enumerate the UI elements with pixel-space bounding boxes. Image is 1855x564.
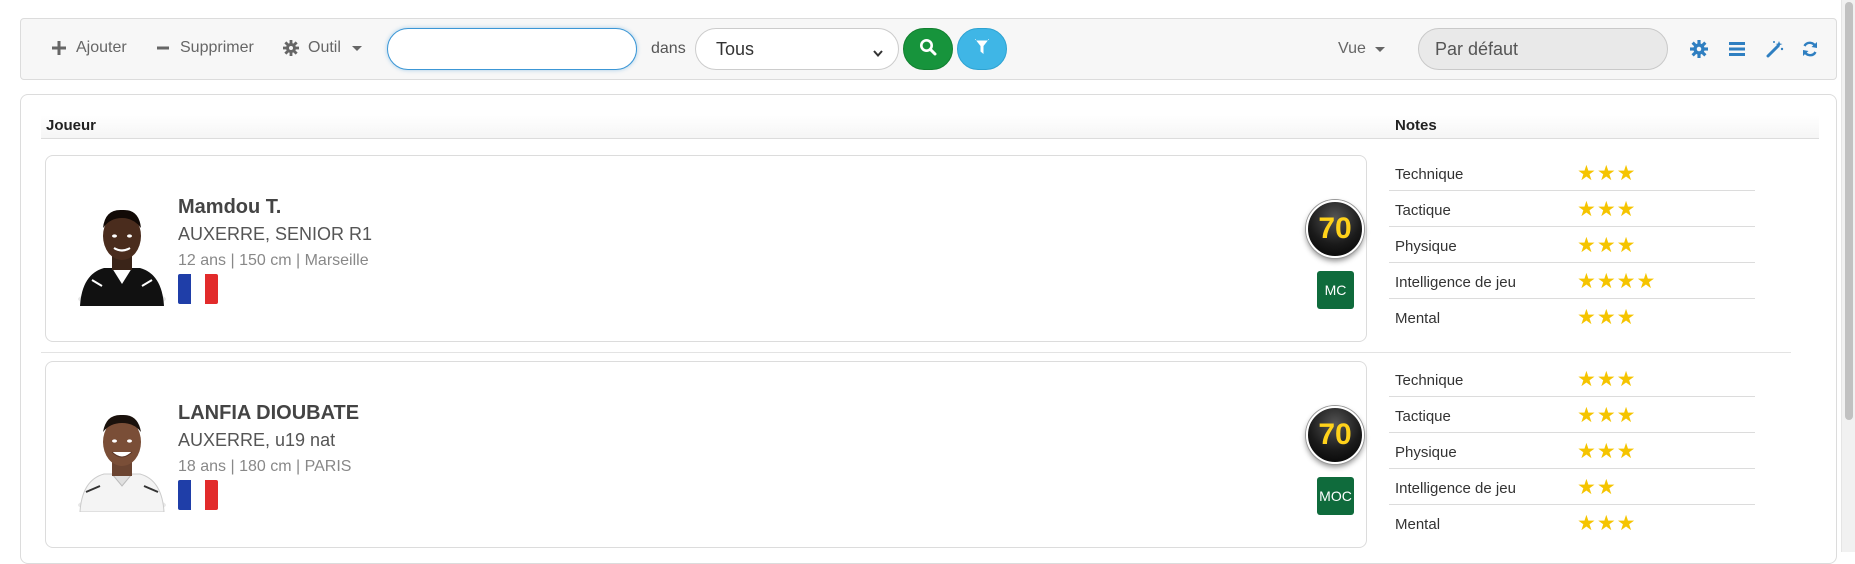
star-rating: ★★ <box>1577 476 1617 499</box>
star-rating: ★★★ <box>1577 440 1637 463</box>
note-label: Mental <box>1395 310 1441 327</box>
player-info: 12 ans | 150 cm | Marseille <box>178 252 369 269</box>
delete-button[interactable]: Supprimer <box>155 39 254 57</box>
player-notes: Technique ★★★ Tactique ★★★ Physique ★★★ … <box>1389 155 1755 335</box>
player-club: AUXERRE, u19 nat <box>178 430 336 450</box>
position-badge: MOC <box>1317 477 1354 515</box>
note-row: Technique ★★★ <box>1389 155 1755 191</box>
toolbar: Ajouter Supprimer Outil dans Tous Vue Pa… <box>20 18 1837 80</box>
player-name[interactable]: LANFIA DIOUBATE <box>178 402 359 425</box>
note-label: Physique <box>1395 238 1457 255</box>
player-club: AUXERRE, SENIOR R1 <box>178 224 373 244</box>
player-card[interactable]: LANFIA DIOUBATE AUXERRE, u19 nat 18 ans … <box>45 361 1367 548</box>
view-preset-select[interactable]: Par défaut <box>1418 28 1668 70</box>
player-avatar <box>72 196 172 307</box>
note-row: Technique ★★★ <box>1389 361 1755 397</box>
note-row: Physique ★★★ <box>1389 227 1755 263</box>
star-rating: ★★★ <box>1577 368 1637 391</box>
note-row: Mental ★★★ <box>1389 505 1755 541</box>
page-scrollbar[interactable] <box>1841 0 1855 552</box>
note-row: Tactique ★★★ <box>1389 191 1755 227</box>
list-icon[interactable] <box>1726 38 1748 60</box>
refresh-icon[interactable] <box>1799 38 1821 60</box>
search-icon <box>919 38 937 61</box>
search-scope-label: dans <box>651 40 686 57</box>
players-panel: Joueur Notes Mamdou T. AUXERRE, SENIOR R… <box>20 94 1837 564</box>
star-rating: ★★★ <box>1577 306 1637 329</box>
flag-france-icon <box>178 274 218 304</box>
note-label: Technique <box>1395 166 1464 183</box>
scrollbar-thumb[interactable] <box>1845 2 1853 420</box>
player-card[interactable]: Mamdou T. AUXERRE, SENIOR R1 12 ans | 15… <box>45 155 1367 342</box>
magic-wand-icon[interactable] <box>1764 38 1786 60</box>
player-info: 18 ans | 180 cm | PARIS <box>178 458 352 475</box>
star-rating: ★★★ <box>1577 404 1637 427</box>
view-dropdown[interactable]: Vue <box>1338 40 1385 58</box>
add-button-label: Ajouter <box>76 39 127 56</box>
star-rating: ★★★ <box>1577 234 1637 257</box>
chevron-down-icon <box>1374 46 1385 52</box>
settings-gear-icon[interactable] <box>1688 38 1710 60</box>
note-label: Tactique <box>1395 408 1451 425</box>
scope-select-value: Tous <box>716 38 755 59</box>
note-label: Technique <box>1395 372 1464 389</box>
delete-button-label: Supprimer <box>180 39 254 56</box>
note-row: Intelligence de jeu ★★★★ <box>1389 263 1755 299</box>
flag-france-icon <box>178 480 218 510</box>
note-row: Mental ★★★ <box>1389 299 1755 335</box>
filter-button[interactable] <box>957 28 1007 70</box>
scope-select[interactable]: Tous <box>695 28 899 70</box>
player-avatar <box>72 402 172 513</box>
player-rating: 70 <box>1306 200 1364 258</box>
minus-icon <box>155 40 171 56</box>
search-button[interactable] <box>903 28 953 70</box>
chevron-down-icon <box>351 45 362 51</box>
view-preset-value: Par défaut <box>1435 38 1519 59</box>
add-button[interactable]: Ajouter <box>51 39 127 57</box>
note-label: Intelligence de jeu <box>1395 274 1516 291</box>
table-header: Joueur Notes <box>41 115 1819 139</box>
column-header-player: Joueur <box>46 117 97 134</box>
chevron-down-icon <box>872 43 884 64</box>
note-row: Intelligence de jeu ★★ <box>1389 469 1755 505</box>
star-rating: ★★★ <box>1577 512 1637 535</box>
star-rating: ★★★ <box>1577 162 1637 185</box>
gear-icon <box>283 40 299 56</box>
note-label: Tactique <box>1395 202 1451 219</box>
row-divider <box>41 352 1791 353</box>
plus-icon <box>51 40 67 56</box>
note-label: Physique <box>1395 444 1457 461</box>
star-rating: ★★★ <box>1577 198 1637 221</box>
player-rating: 70 <box>1306 406 1364 464</box>
player-name[interactable]: Mamdou T. <box>178 196 281 219</box>
tool-dropdown[interactable]: Outil <box>283 39 362 57</box>
note-row: Tactique ★★★ <box>1389 397 1755 433</box>
search-input[interactable] <box>387 28 637 70</box>
player-notes: Technique ★★★ Tactique ★★★ Physique ★★★ … <box>1389 361 1755 541</box>
position-badge: MC <box>1317 271 1354 309</box>
note-row: Physique ★★★ <box>1389 433 1755 469</box>
star-rating: ★★★★ <box>1577 270 1657 293</box>
view-dropdown-label: Vue <box>1338 40 1366 57</box>
filter-icon <box>974 38 990 61</box>
tool-dropdown-label: Outil <box>308 39 341 56</box>
column-header-notes: Notes <box>1395 117 1437 134</box>
note-label: Mental <box>1395 516 1441 533</box>
note-label: Intelligence de jeu <box>1395 480 1516 497</box>
